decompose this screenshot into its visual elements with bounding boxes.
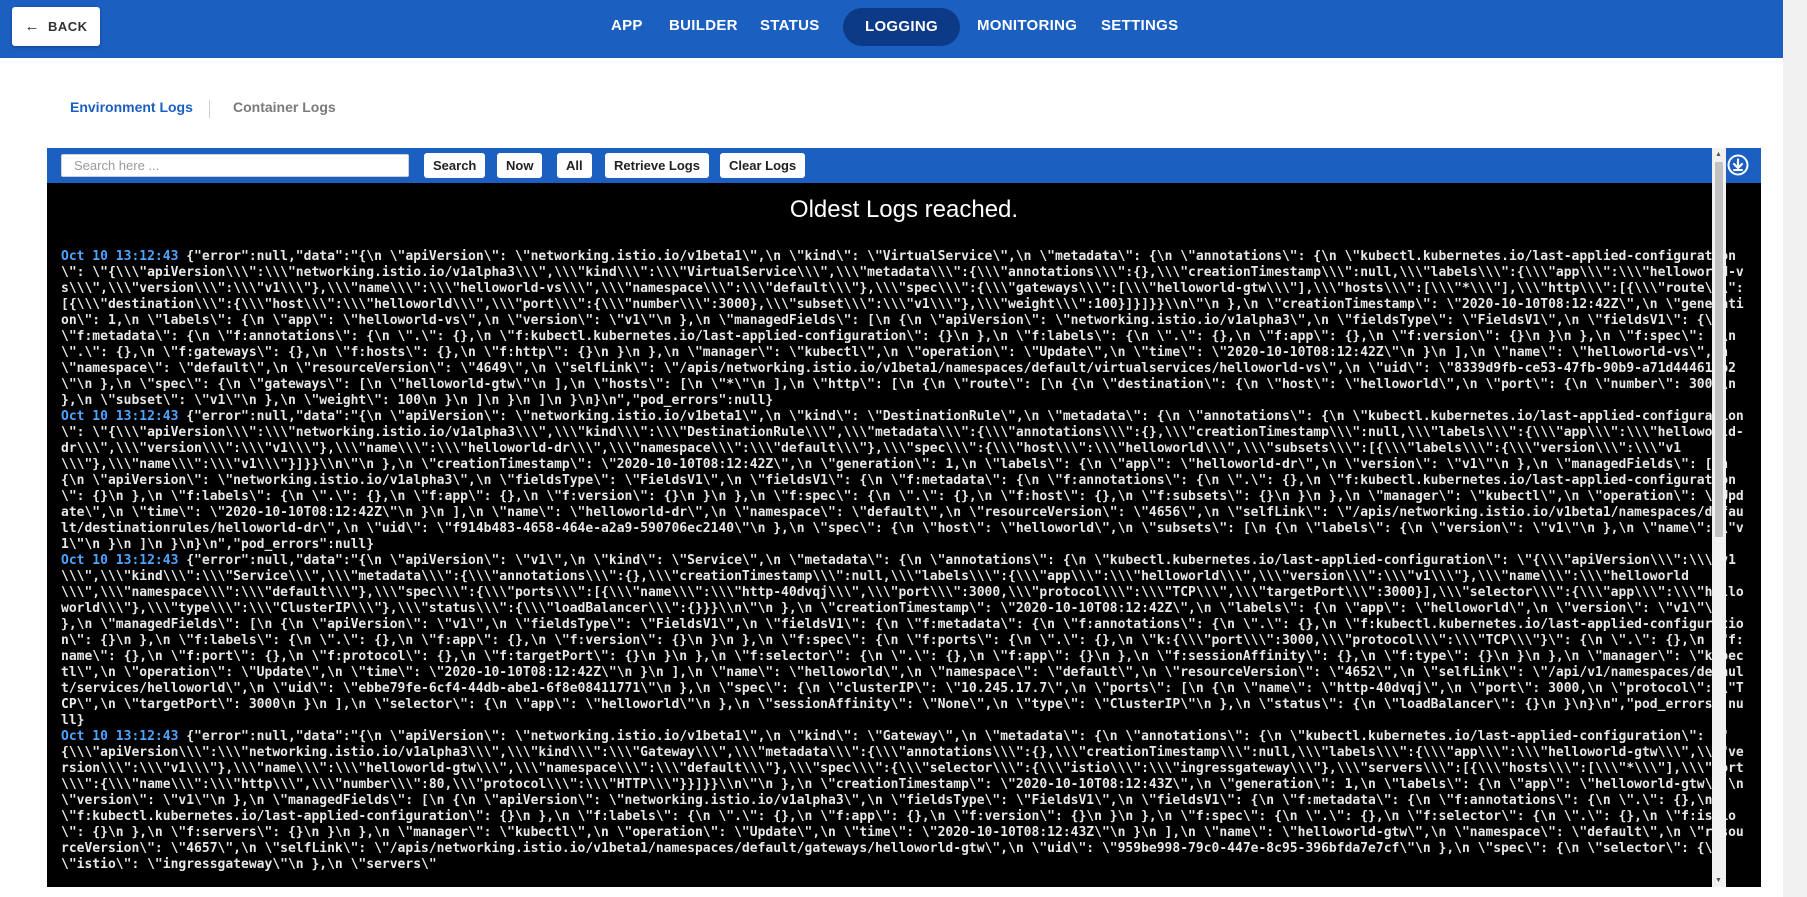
log-message: {"error":null,"data":"{\n \"apiVersion\"… (61, 409, 1744, 552)
log-timestamp: Oct 10 13:12:43 (61, 553, 179, 568)
log-scrollbar-thumb[interactable] (1715, 162, 1723, 537)
log-entry: Oct 10 13:12:43 {"error":null,"data":"{\… (61, 729, 1751, 873)
nav-item-builder[interactable]: BUILDER (669, 17, 738, 34)
all-button[interactable]: All (557, 153, 592, 178)
log-scrollbar[interactable]: ▲ ▼ (1712, 148, 1726, 887)
log-panel: Search Now All Retrieve Logs Clear Logs … (47, 148, 1761, 887)
log-timestamp: Oct 10 13:12:43 (61, 249, 179, 264)
nav-item-monitoring[interactable]: MONITORING (977, 17, 1077, 34)
nav-item-status[interactable]: STATUS (760, 17, 820, 34)
log-entry: Oct 10 13:12:43 {"error":null,"data":"{\… (61, 553, 1751, 729)
log-message: {"error":null,"data":"{\n \"apiVersion\"… (61, 553, 1744, 728)
log-message: {"error":null,"data":"{\n \"apiVersion\"… (61, 729, 1744, 872)
top-navigation-bar: ← BACK APP BUILDER STATUS LOGGING MONITO… (0, 0, 1783, 58)
tab-divider (209, 100, 210, 118)
now-button[interactable]: Now (497, 153, 543, 178)
log-timestamp: Oct 10 13:12:43 (61, 729, 179, 744)
log-timestamp: Oct 10 13:12:43 (61, 409, 179, 424)
main-nav: APP BUILDER STATUS LOGGING MONITORING SE… (0, 0, 1783, 58)
tab-container-logs[interactable]: Container Logs (233, 99, 336, 115)
nav-item-app[interactable]: APP (611, 17, 643, 34)
log-entry: Oct 10 13:12:43 {"error":null,"data":"{\… (61, 249, 1751, 409)
oldest-logs-message: Oldest Logs reached. (789, 196, 1019, 223)
tab-environment-logs[interactable]: Environment Logs (70, 99, 193, 115)
download-circle-icon[interactable] (1727, 154, 1749, 176)
nav-item-settings[interactable]: SETTINGS (1101, 17, 1178, 34)
nav-item-logging[interactable]: LOGGING (843, 8, 960, 46)
log-output: Oct 10 13:12:43 {"error":null,"data":"{\… (61, 249, 1751, 873)
clear-logs-button[interactable]: Clear Logs (720, 153, 806, 178)
scroll-up-icon[interactable]: ▲ (1715, 151, 1722, 158)
retrieve-logs-button[interactable]: Retrieve Logs (605, 153, 709, 178)
search-input[interactable] (61, 154, 409, 177)
search-button[interactable]: Search (424, 153, 486, 178)
log-toolbar: Search Now All Retrieve Logs Clear Logs (47, 148, 1761, 183)
scroll-down-icon[interactable]: ▼ (1715, 877, 1722, 884)
log-entry: Oct 10 13:12:43 {"error":null,"data":"{\… (61, 409, 1751, 553)
log-message: {"error":null,"data":"{\n \"apiVersion\"… (61, 249, 1744, 408)
page-scrollbar[interactable] (1783, 0, 1807, 897)
